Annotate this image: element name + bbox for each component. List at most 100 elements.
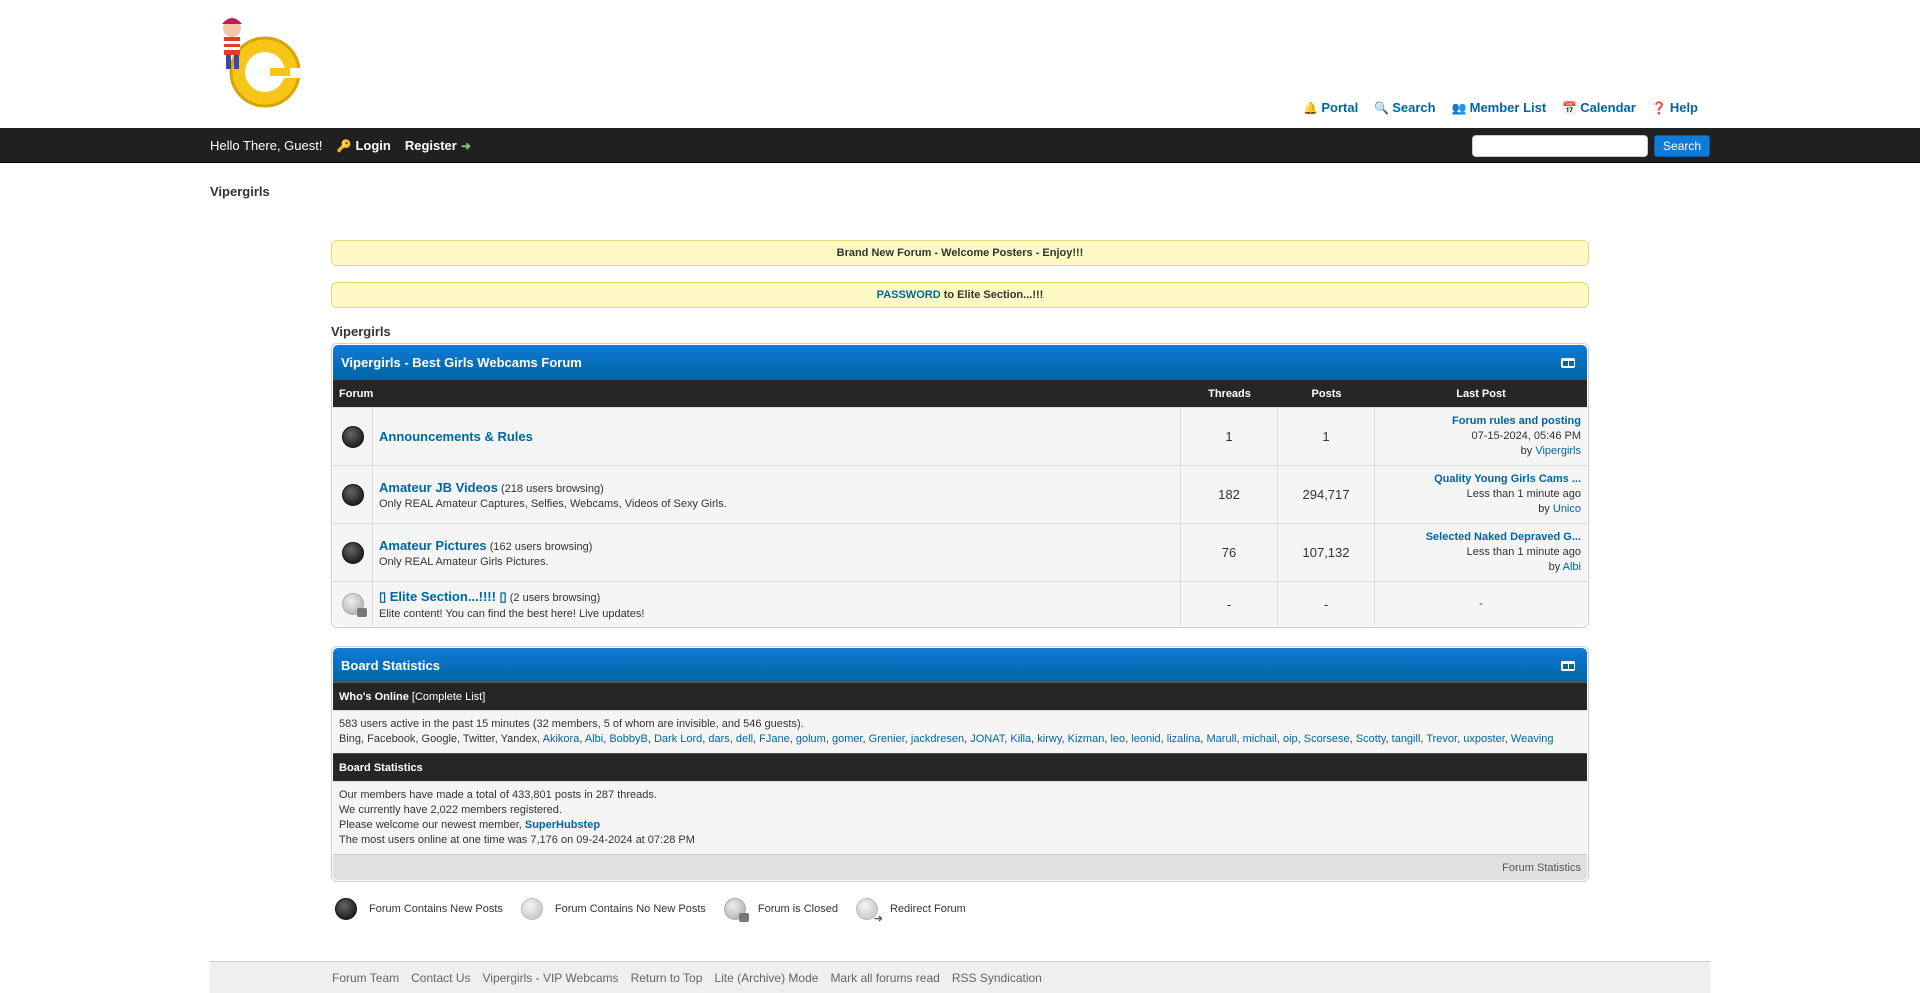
menu-calendar[interactable]: 📅 Calendar (1562, 100, 1636, 115)
register-link[interactable]: Register ➜ (405, 138, 471, 153)
post-count: 107,132 (1278, 524, 1375, 581)
footer-link[interactable]: Return to Top (631, 971, 703, 985)
new-posts-icon[interactable] (341, 541, 364, 564)
search-input[interactable] (1471, 134, 1648, 157)
posts-total-line: Our members have made a total of 433,801… (339, 789, 657, 801)
menu-help[interactable]: ❓ Help (1652, 100, 1698, 115)
last-post-user[interactable]: Vipergirls (1535, 445, 1581, 457)
arrow-right-icon: ➜ (460, 138, 471, 153)
last-post: Quality Young Girls Cams ... Less than 1… (1375, 466, 1587, 523)
password-link[interactable]: PASSWORD (877, 289, 941, 301)
calendar-icon: 📅 (1562, 100, 1578, 115)
online-user-link[interactable]: leo (1110, 733, 1125, 745)
online-user-link[interactable]: dars (708, 733, 729, 745)
footer-link[interactable]: Mark all forums read (830, 971, 939, 985)
most-online-line: The most users online at one time was 7,… (339, 834, 695, 846)
redirect-forum-icon (855, 898, 883, 925)
col-threads: Threads (1208, 387, 1251, 400)
board-statistics-table: Board Statistics Who's Online [Complete … (331, 646, 1589, 882)
online-user-link[interactable]: Dark Lord (654, 733, 702, 745)
online-user-link[interactable]: tangill (1392, 733, 1421, 745)
forum-title[interactable]: Amateur JB Videos (379, 480, 498, 495)
last-post-user[interactable]: Albi (1563, 561, 1581, 573)
forum-closed-icon (723, 898, 749, 922)
forum-title[interactable]: Announcements & Rules (379, 429, 533, 444)
online-user-link[interactable]: michail (1243, 733, 1277, 745)
online-user-link[interactable]: kirwy (1037, 733, 1061, 745)
users-browsing: (218 users browsing) (497, 482, 604, 495)
online-user-link[interactable]: leonid (1131, 733, 1160, 745)
online-user-link[interactable]: Kizman (1068, 733, 1105, 745)
whos-online-body: 583 users active in the past 15 minutes … (333, 710, 1587, 753)
thread-count: - (1181, 582, 1278, 626)
online-user-link[interactable]: Scotty (1356, 733, 1386, 745)
guest-greeting: Hello There, Guest! (210, 138, 323, 153)
online-user-link[interactable]: Scorsese (1304, 733, 1350, 745)
footer-link[interactable]: Lite (Archive) Mode (714, 971, 818, 985)
last-post-title[interactable]: Selected Naked Depraved G... (1381, 530, 1581, 545)
online-user-link[interactable]: FJane (759, 733, 790, 745)
online-user-link[interactable]: Akikora (543, 733, 580, 745)
forum-statistics-label: Forum Statistics (1502, 862, 1581, 874)
last-post-user[interactable]: Unico (1553, 503, 1581, 515)
col-forum: Forum (339, 387, 374, 400)
breadcrumb[interactable]: Vipergirls (210, 184, 270, 199)
members-icon: 👥 (1451, 100, 1467, 115)
col-posts: Posts (1311, 387, 1342, 400)
online-user-link[interactable]: gomer (832, 733, 863, 745)
last-post-time: 07-15-2024, 05:46 PM (1471, 430, 1581, 442)
forum-description: Elite content! You can find the best her… (379, 607, 645, 620)
online-user-link[interactable]: golum (796, 733, 826, 745)
online-user-link[interactable]: Albi (585, 733, 603, 745)
collapse-icon[interactable] (1561, 661, 1575, 671)
newest-member-link[interactable]: SuperHubstep (525, 819, 600, 831)
online-user-link[interactable]: Weaving (1511, 733, 1554, 745)
new-posts-icon[interactable] (341, 483, 364, 506)
online-user-link[interactable]: BobbyB (609, 733, 648, 745)
thread-count: 1 (1181, 408, 1278, 465)
collapse-icon[interactable] (1561, 358, 1575, 368)
new-posts-icon[interactable] (341, 425, 364, 448)
last-post-title[interactable]: Quality Young Girls Cams ... (1381, 472, 1581, 487)
login-link[interactable]: 🔑 Login (336, 138, 390, 153)
online-user-link[interactable]: Marull (1207, 733, 1237, 745)
online-user-link[interactable]: dell (736, 733, 753, 745)
post-count: 1 (1278, 408, 1375, 465)
footer-link[interactable]: Contact Us (411, 971, 470, 985)
help-icon: ❓ (1651, 100, 1667, 115)
footer-link[interactable]: Forum Team (332, 971, 399, 985)
top-bar: Hello There, Guest! 🔑 Login Register ➜ S… (0, 128, 1920, 163)
last-post: - (1479, 597, 1483, 610)
stats-footer: Forum Statistics (333, 854, 1587, 880)
online-user-link[interactable]: oip (1283, 733, 1298, 745)
login-label: Login (355, 138, 391, 153)
site-logo[interactable] (210, 10, 310, 110)
complete-list-link[interactable]: [Complete List] (412, 691, 485, 703)
menu-member-list[interactable]: 👥 Member List (1452, 100, 1547, 115)
menu-portal[interactable]: 🔔 Portal (1303, 100, 1358, 115)
online-user-link[interactable]: lizalina (1167, 733, 1201, 745)
members-total-line: We currently have 2,022 members register… (339, 804, 562, 816)
online-user-link[interactable]: Trevor (1426, 733, 1457, 745)
footer-links: Forum Team Contact Us Vipergirls - VIP Web… (210, 961, 1710, 993)
portal-icon: 🔔 (1303, 100, 1319, 115)
category-title[interactable]: Vipergirls - Best Girls Webcams Forum (341, 355, 582, 370)
header-menu: 🔔 Portal 🔍 Search 👥 Member List 📅 Calendar ❓ Help (1303, 100, 1698, 115)
online-user-link[interactable]: Killa (1010, 733, 1031, 745)
stats-title: Board Statistics (341, 657, 440, 673)
forum-title[interactable]: ▯ Elite Section...!!!! ▯ (379, 589, 507, 604)
new-posts-icon (335, 898, 357, 920)
footer-link[interactable]: Vipergirls - VIP Webcams (483, 971, 619, 985)
last-post-title[interactable]: Forum rules and posting (1381, 414, 1581, 429)
forum-description: Only REAL Amateur Girls Pictures. (379, 555, 549, 568)
footer-link[interactable]: RSS Syndication (952, 971, 1042, 985)
search-button[interactable]: Search (1653, 134, 1710, 157)
online-user-link[interactable]: JONAT (970, 733, 1004, 745)
online-user-link[interactable]: jackdresen (911, 733, 964, 745)
online-user-link[interactable]: uxposter (1463, 733, 1505, 745)
password-notice-text: to Elite Section...!!! (940, 289, 1044, 301)
forum-closed-icon[interactable] (341, 593, 367, 617)
menu-search[interactable]: 🔍 Search (1374, 100, 1435, 115)
forum-title[interactable]: Amateur Pictures (379, 538, 487, 553)
online-user-link[interactable]: Grenier (869, 733, 905, 745)
